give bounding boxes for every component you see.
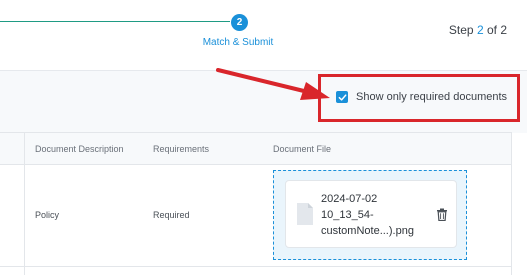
show-required-filter[interactable]: Show only required documents <box>336 91 507 103</box>
column-header-requirements: Requirements <box>153 144 210 154</box>
document-file-dropzone[interactable]: 2024-07-02 10_13_54- customNote...).png <box>273 170 467 260</box>
show-required-label[interactable]: Show only required documents <box>356 91 507 103</box>
table-header: Document Description Requirements Docume… <box>0 132 511 165</box>
progress-line <box>0 21 230 22</box>
step-2-indicator: 2 <box>231 14 248 31</box>
column-header-description: Document Description <box>35 144 124 154</box>
step-2-label: Match & Submit <box>202 37 274 48</box>
trash-icon[interactable] <box>436 208 448 221</box>
document-file-icon <box>297 203 313 225</box>
file-name: 2024-07-02 10_13_54- customNote...).png <box>321 193 414 237</box>
checkmark-icon <box>338 93 346 101</box>
column-header-document-file: Document File <box>273 144 332 154</box>
stepper-header: 2 Match & Submit Step 2 of 2 <box>0 0 527 70</box>
documents-table: Document Description Requirements Docume… <box>0 132 512 275</box>
uploaded-file-card[interactable]: 2024-07-02 10_13_54- customNote...).png <box>285 180 457 248</box>
step-counter: Step 2 of 2 <box>448 23 507 37</box>
row-requirement: Required <box>153 210 190 220</box>
red-arrow-icon <box>216 68 330 100</box>
row-description: Policy <box>35 210 60 220</box>
column-divider <box>24 132 25 275</box>
show-required-checkbox[interactable] <box>336 91 348 103</box>
row-divider <box>0 266 511 267</box>
